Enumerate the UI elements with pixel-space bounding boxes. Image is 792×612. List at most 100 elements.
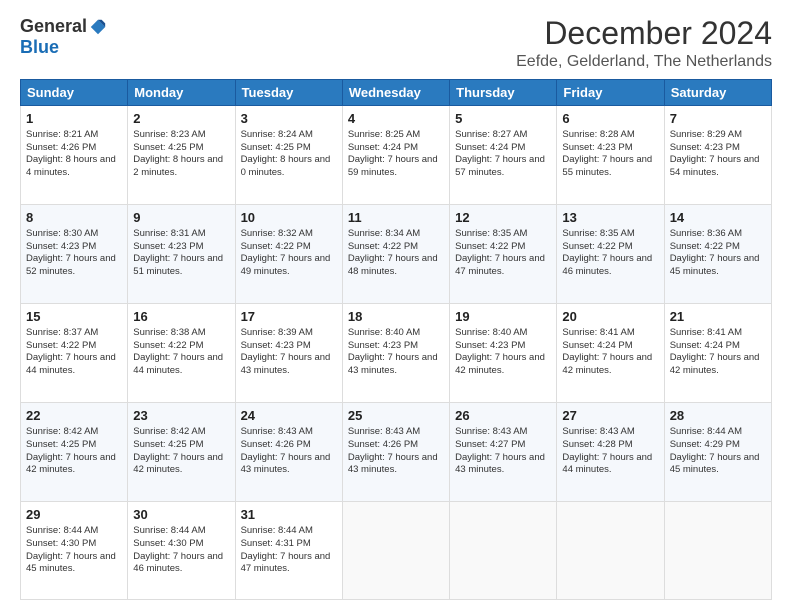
calendar-row-4: 22 Sunrise: 8:42 AMSunset: 4:25 PMDayligh… xyxy=(21,403,772,502)
calendar-row-3: 15Sunrise: 8:37 AMSunset: 4:22 PMDayligh… xyxy=(21,304,772,403)
cell-details: Sunrise: 8:28 AMSunset: 4:23 PMDaylight:… xyxy=(562,129,658,180)
table-row: 23Sunrise: 8:42 AMSunset: 4:25 PMDayligh… xyxy=(128,403,235,502)
day-number: 29 xyxy=(26,506,122,524)
table-row: 10Sunrise: 8:32 AMSunset: 4:22 PMDayligh… xyxy=(235,205,342,304)
day-number: 15 xyxy=(26,308,122,326)
cell-details: Sunrise: 8:37 AMSunset: 4:22 PMDaylight:… xyxy=(26,327,122,378)
cell-details: Sunrise: 8:32 AMSunset: 4:22 PMDaylight:… xyxy=(241,228,337,279)
table-row: 14Sunrise: 8:36 AMSunset: 4:22 PMDayligh… xyxy=(664,205,771,304)
table-row: 24Sunrise: 8:43 AMSunset: 4:26 PMDayligh… xyxy=(235,403,342,502)
col-thursday: Thursday xyxy=(450,80,557,106)
day-number: 12 xyxy=(455,209,551,227)
day-number: 27 xyxy=(562,407,658,425)
cell-details: Sunrise: 8:42 AMSunset: 4:25 PMDaylight:… xyxy=(133,426,229,477)
day-number: 16 xyxy=(133,308,229,326)
cell-details: Sunrise: 8:27 AMSunset: 4:24 PMDaylight:… xyxy=(455,129,551,180)
cell-details: Sunrise: 8:44 AMSunset: 4:29 PMDaylight:… xyxy=(670,426,766,477)
table-row: 28Sunrise: 8:44 AMSunset: 4:29 PMDayligh… xyxy=(664,403,771,502)
day-number: 18 xyxy=(348,308,444,326)
table-row: 13Sunrise: 8:35 AMSunset: 4:22 PMDayligh… xyxy=(557,205,664,304)
calendar-row-1: 1Sunrise: 8:21 AMSunset: 4:26 PMDaylight… xyxy=(21,106,772,205)
table-row: 17Sunrise: 8:39 AMSunset: 4:23 PMDayligh… xyxy=(235,304,342,403)
table-row: 22Sunrise: 8:42 AMSunset: 4:25 PMDayligh… xyxy=(21,403,128,502)
table-row xyxy=(342,502,449,600)
table-row: 5Sunrise: 8:27 AMSunset: 4:24 PMDaylight… xyxy=(450,106,557,205)
col-tuesday: Tuesday xyxy=(235,80,342,106)
cell-details: Sunrise: 8:34 AMSunset: 4:22 PMDaylight:… xyxy=(348,228,444,279)
cell-details: Sunrise: 8:41 AMSunset: 4:24 PMDaylight:… xyxy=(562,327,658,378)
day-number: 26 xyxy=(455,407,551,425)
calendar-row-5: 29Sunrise: 8:44 AMSunset: 4:30 PMDayligh… xyxy=(21,502,772,600)
col-saturday: Saturday xyxy=(664,80,771,106)
day-number: 4 xyxy=(348,110,444,128)
cell-details: Sunrise: 8:36 AMSunset: 4:22 PMDaylight:… xyxy=(670,228,766,279)
day-number: 2 xyxy=(133,110,229,128)
table-row xyxy=(664,502,771,600)
cell-details: Sunrise: 8:29 AMSunset: 4:23 PMDaylight:… xyxy=(670,129,766,180)
day-number: 13 xyxy=(562,209,658,227)
day-number: 1 xyxy=(26,110,122,128)
day-number: 21 xyxy=(670,308,766,326)
cell-details: Sunrise: 8:38 AMSunset: 4:22 PMDaylight:… xyxy=(133,327,229,378)
cell-details: Sunrise: 8:24 AMSunset: 4:25 PMDaylight:… xyxy=(241,129,337,180)
cell-details: Sunrise: 8:41 AMSunset: 4:24 PMDaylight:… xyxy=(670,327,766,378)
day-number: 9 xyxy=(133,209,229,227)
day-number: 14 xyxy=(670,209,766,227)
col-monday: Monday xyxy=(128,80,235,106)
table-row: 8Sunrise: 8:30 AMSunset: 4:23 PMDaylight… xyxy=(21,205,128,304)
cell-details: Sunrise: 8:31 AMSunset: 4:23 PMDaylight:… xyxy=(133,228,229,279)
logo-icon xyxy=(89,18,107,36)
calendar-row-2: 8Sunrise: 8:30 AMSunset: 4:23 PMDaylight… xyxy=(21,205,772,304)
table-row: 7Sunrise: 8:29 AMSunset: 4:23 PMDaylight… xyxy=(664,106,771,205)
table-row: 15Sunrise: 8:37 AMSunset: 4:22 PMDayligh… xyxy=(21,304,128,403)
table-row: 25Sunrise: 8:43 AMSunset: 4:26 PMDayligh… xyxy=(342,403,449,502)
table-row: 1Sunrise: 8:21 AMSunset: 4:26 PMDaylight… xyxy=(21,106,128,205)
col-wednesday: Wednesday xyxy=(342,80,449,106)
table-row: 27Sunrise: 8:43 AMSunset: 4:28 PMDayligh… xyxy=(557,403,664,502)
cell-details: Sunrise: 8:40 AMSunset: 4:23 PMDaylight:… xyxy=(455,327,551,378)
table-row: 12Sunrise: 8:35 AMSunset: 4:22 PMDayligh… xyxy=(450,205,557,304)
day-number: 31 xyxy=(241,506,337,524)
calendar-header-row: Sunday Monday Tuesday Wednesday Thursday… xyxy=(21,80,772,106)
logo: General Blue xyxy=(20,16,107,58)
cell-details: Sunrise: 8:43 AMSunset: 4:28 PMDaylight:… xyxy=(562,426,658,477)
title-section: December 2024 Eefde, Gelderland, The Net… xyxy=(516,16,772,71)
table-row: 4Sunrise: 8:25 AMSunset: 4:24 PMDaylight… xyxy=(342,106,449,205)
day-number: 17 xyxy=(241,308,337,326)
day-number: 19 xyxy=(455,308,551,326)
cell-details: Sunrise: 8:39 AMSunset: 4:23 PMDaylight:… xyxy=(241,327,337,378)
cell-details: Sunrise: 8:23 AMSunset: 4:25 PMDaylight:… xyxy=(133,129,229,180)
cell-details: Sunrise: 8:44 AMSunset: 4:30 PMDaylight:… xyxy=(133,525,229,576)
cell-details: Sunrise: 8:44 AMSunset: 4:30 PMDaylight:… xyxy=(26,525,122,576)
day-number: 22 xyxy=(26,407,122,425)
cell-details: Sunrise: 8:43 AMSunset: 4:27 PMDaylight:… xyxy=(455,426,551,477)
day-number: 30 xyxy=(133,506,229,524)
col-friday: Friday xyxy=(557,80,664,106)
col-sunday: Sunday xyxy=(21,80,128,106)
cell-details: Sunrise: 8:25 AMSunset: 4:24 PMDaylight:… xyxy=(348,129,444,180)
table-row: 9Sunrise: 8:31 AMSunset: 4:23 PMDaylight… xyxy=(128,205,235,304)
subtitle: Eefde, Gelderland, The Netherlands xyxy=(516,53,772,71)
cell-details: Sunrise: 8:35 AMSunset: 4:22 PMDaylight:… xyxy=(562,228,658,279)
table-row: 21Sunrise: 8:41 AMSunset: 4:24 PMDayligh… xyxy=(664,304,771,403)
day-number: 28 xyxy=(670,407,766,425)
day-number: 5 xyxy=(455,110,551,128)
table-row: 30Sunrise: 8:44 AMSunset: 4:30 PMDayligh… xyxy=(128,502,235,600)
table-row: 20Sunrise: 8:41 AMSunset: 4:24 PMDayligh… xyxy=(557,304,664,403)
cell-details: Sunrise: 8:21 AMSunset: 4:26 PMDaylight:… xyxy=(26,129,122,180)
header: General Blue December 2024 Eefde, Gelder… xyxy=(20,16,772,71)
page: General Blue December 2024 Eefde, Gelder… xyxy=(0,0,792,612)
cell-details: Sunrise: 8:43 AMSunset: 4:26 PMDaylight:… xyxy=(241,426,337,477)
logo-blue-text: Blue xyxy=(20,37,59,58)
cell-details: Sunrise: 8:30 AMSunset: 4:23 PMDaylight:… xyxy=(26,228,122,279)
table-row: 11Sunrise: 8:34 AMSunset: 4:22 PMDayligh… xyxy=(342,205,449,304)
day-number: 24 xyxy=(241,407,337,425)
cell-details: Sunrise: 8:43 AMSunset: 4:26 PMDaylight:… xyxy=(348,426,444,477)
table-row: 2Sunrise: 8:23 AMSunset: 4:25 PMDaylight… xyxy=(128,106,235,205)
table-row xyxy=(557,502,664,600)
day-number: 25 xyxy=(348,407,444,425)
day-number: 8 xyxy=(26,209,122,227)
table-row xyxy=(450,502,557,600)
table-row: 6Sunrise: 8:28 AMSunset: 4:23 PMDaylight… xyxy=(557,106,664,205)
logo-general-text: General xyxy=(20,16,87,37)
